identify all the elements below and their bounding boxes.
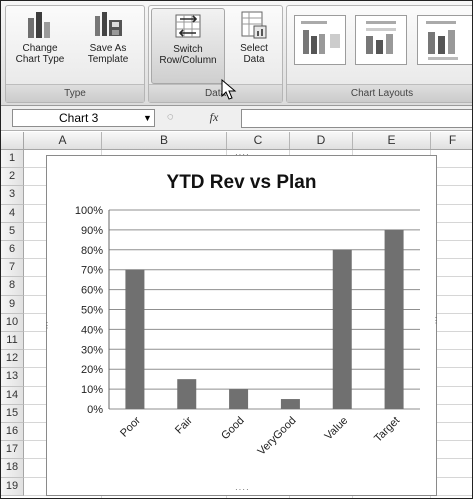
- row-header-10[interactable]: 10: [1, 313, 24, 332]
- column-header-e[interactable]: E: [353, 132, 431, 149]
- y-tick-label: 100%: [75, 205, 103, 217]
- formula-input[interactable]: [241, 109, 472, 128]
- x-tick-label: Fair: [173, 414, 195, 436]
- layout-2-icon: [366, 21, 396, 54]
- save-as-template-button[interactable]: Save As Template: [76, 8, 140, 82]
- column-header-f[interactable]: F: [431, 132, 472, 149]
- chart-plot: 0% 10% 20% 30% 40% 50% 60% 70% 80% 90% 100% Poor Fai…: [75, 205, 420, 458]
- switch-row-column-button[interactable]: Switch Row/Column: [151, 8, 225, 84]
- mouse-cursor-icon: [221, 79, 237, 100]
- chart-layout-1[interactable]: [294, 15, 346, 65]
- type-group: Change Chart Type Save As Template Type: [5, 5, 145, 103]
- change-chart-type-button[interactable]: Change Chart Type: [8, 8, 72, 82]
- column-headers: A B C D E F: [1, 132, 472, 150]
- name-box-dropdown-icon[interactable]: ▼: [141, 110, 154, 126]
- formula-bar: Chart 3 ▼ ◌ fx: [1, 106, 472, 131]
- chart-layout-2[interactable]: [355, 15, 407, 65]
- switch-row-column-icon: [175, 14, 201, 38]
- y-tick-label: 60%: [81, 285, 103, 297]
- chart-layouts-group: Chart Layouts: [286, 5, 472, 103]
- save-as-template-icon: [95, 12, 122, 36]
- row-header-1[interactable]: 1: [1, 150, 24, 169]
- row-header-19[interactable]: 19: [1, 477, 24, 496]
- column-header-c[interactable]: C: [227, 132, 290, 149]
- x-tick-label: Good: [219, 415, 247, 443]
- layout-3-icon: [426, 21, 458, 60]
- row-header-18[interactable]: 18: [1, 459, 24, 478]
- x-tick-label: Value: [323, 415, 351, 443]
- row-header-8[interactable]: 8: [1, 277, 24, 296]
- column-header-b[interactable]: B: [102, 132, 227, 149]
- name-box[interactable]: Chart 3 ▼: [12, 109, 155, 127]
- y-tick-label: 90%: [81, 225, 103, 237]
- row-header-11[interactable]: 11: [1, 332, 24, 351]
- row-header-16[interactable]: 16: [1, 423, 24, 442]
- column-header-a[interactable]: A: [24, 132, 102, 149]
- formula-cancel-icon: ◌: [167, 111, 174, 123]
- row-header-6[interactable]: 6: [1, 241, 24, 260]
- row-header-12[interactable]: 12: [1, 350, 24, 369]
- bar-fair[interactable]: [177, 379, 197, 409]
- row-header-2[interactable]: 2: [1, 168, 24, 187]
- y-tick-label: 0%: [87, 404, 103, 416]
- column-header-d[interactable]: D: [290, 132, 353, 149]
- x-tick-label: Target: [372, 415, 402, 445]
- y-tick-label: 20%: [81, 364, 103, 376]
- row-header-15[interactable]: 15: [1, 404, 24, 423]
- y-tick-label: 40%: [81, 324, 103, 336]
- y-tick-label: 10%: [81, 384, 103, 396]
- x-tick-label: Poor: [118, 414, 143, 439]
- row-header-14[interactable]: 14: [1, 386, 24, 405]
- bar-good[interactable]: [229, 389, 249, 409]
- x-tick-label: VeryGood: [255, 415, 298, 458]
- y-tick-label: 70%: [81, 265, 103, 277]
- insert-function-button[interactable]: fx: [201, 110, 227, 125]
- type-group-label: Type: [6, 84, 144, 102]
- select-data-button[interactable]: Select Data: [229, 8, 279, 82]
- excel-window: Change Chart Type Save As Template Type: [0, 0, 473, 499]
- row-header-7[interactable]: 7: [1, 259, 24, 278]
- bar-value[interactable]: [332, 249, 352, 409]
- data-group: Switch Row/Column Select Data Data: [148, 5, 283, 103]
- change-chart-type-icon: [28, 12, 50, 38]
- layout-1-icon: [301, 21, 340, 54]
- select-all-corner[interactable]: [1, 132, 24, 149]
- chart-resize-handle-left[interactable]: ⋮: [43, 321, 52, 330]
- chart-layout-3[interactable]: [417, 15, 472, 65]
- row-header-4[interactable]: 4: [1, 204, 24, 223]
- chart-resize-handle-bottom[interactable]: ····: [235, 485, 250, 494]
- y-tick-label: 80%: [81, 245, 103, 257]
- chart-resize-handle-right[interactable]: ⋮: [432, 316, 441, 325]
- select-data-icon: [241, 11, 267, 39]
- data-group-label: Data: [149, 84, 282, 102]
- bar-verygood[interactable]: [280, 399, 300, 409]
- bar-poor[interactable]: [125, 269, 145, 409]
- row-header-13[interactable]: 13: [1, 368, 24, 387]
- row-header-9[interactable]: 9: [1, 295, 24, 314]
- bar-target[interactable]: [384, 229, 404, 409]
- chart-layouts-group-label: Chart Layouts: [287, 84, 472, 102]
- y-tick-label: 50%: [81, 305, 103, 317]
- row-header-3[interactable]: 3: [1, 186, 24, 205]
- row-header-5[interactable]: 5: [1, 222, 24, 241]
- embedded-chart[interactable]: YTD Rev vs Plan 0% 10% 20% 30% 40% 50% 60% 70% 8…: [43, 150, 440, 496]
- ribbon: Change Chart Type Save As Template Type: [1, 1, 472, 106]
- row-header-17[interactable]: 17: [1, 441, 24, 460]
- y-tick-label: 30%: [81, 344, 103, 356]
- chart-resize-handle-top[interactable]: ····: [235, 150, 250, 159]
